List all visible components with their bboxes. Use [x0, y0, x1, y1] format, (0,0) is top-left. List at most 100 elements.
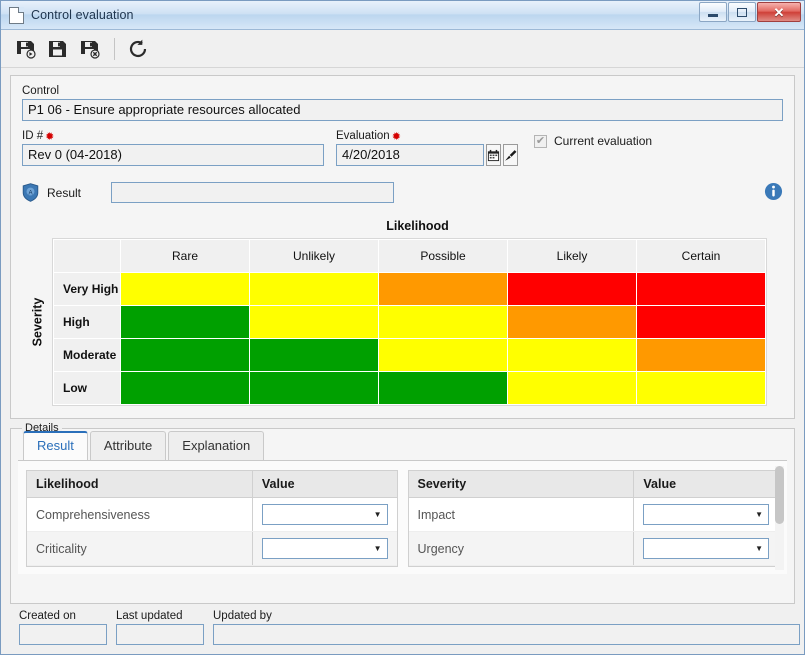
current-evaluation-label: Current evaluation: [554, 134, 653, 148]
likelihood-rows: Comprehensiveness ▼ Criticality ▼: [27, 497, 397, 566]
save-new-icon: [17, 40, 36, 59]
row-label: Criticality: [27, 531, 253, 566]
value-dropdown[interactable]: ▼: [261, 504, 388, 525]
calendar-button[interactable]: [486, 144, 501, 166]
matrix-cell-green[interactable]: [121, 372, 249, 404]
main-content: Control P1 06 - Ensure appropriate resou…: [1, 68, 804, 654]
updated-by-label: Updated by: [213, 610, 272, 622]
matrix-cell-yellow[interactable]: [508, 339, 636, 371]
application-window: Control evaluation ✕ Control P1 06 - Ens…: [0, 0, 805, 655]
row-value-cell: ▼: [633, 497, 778, 532]
info-button[interactable]: [764, 182, 783, 204]
matrix-row-header: High: [54, 306, 120, 338]
matrix-cell-green[interactable]: [121, 339, 249, 371]
result-input[interactable]: [111, 182, 395, 203]
save-icon: [49, 40, 66, 57]
updated-by-field: [213, 624, 800, 645]
matrix-cell-yellow[interactable]: [250, 306, 378, 338]
row-value-cell: ▼: [633, 531, 778, 566]
row-label: Comprehensiveness: [27, 497, 253, 532]
matrix-cell-green[interactable]: [379, 372, 507, 404]
window-controls: ✕: [698, 2, 801, 22]
severity-header-row: Severity Value: [408, 471, 778, 498]
evaluation-label: Evaluation ✹: [336, 130, 518, 142]
matrix-cell-red[interactable]: [637, 306, 765, 338]
likelihood-header-row: Likelihood Value: [27, 471, 397, 498]
matrix-row: Very High: [54, 273, 765, 305]
save-and-close-button[interactable]: [76, 35, 104, 63]
severity-axis-text: Severity: [30, 297, 44, 347]
matrix-cell-yellow[interactable]: [508, 372, 636, 404]
close-button[interactable]: ✕: [757, 2, 801, 22]
matrix-cell-yellow[interactable]: [379, 306, 507, 338]
toolbar-separator: [114, 37, 115, 60]
matrix-cell-yellow[interactable]: [121, 273, 249, 305]
created-on-label: Created on: [19, 610, 76, 622]
table-row: Impact ▼: [408, 497, 778, 532]
matrix-cell-red[interactable]: [508, 273, 636, 305]
matrix-title: Likelihood: [386, 219, 449, 233]
matrix-cell-yellow[interactable]: [250, 273, 378, 305]
matrix-col-header: Possible: [379, 240, 507, 272]
evaluation-date-input[interactable]: 4/20/2018: [336, 144, 484, 166]
current-evaluation-checkbox[interactable]: ✔ Current evaluation: [534, 130, 652, 152]
result-label: Result: [47, 185, 82, 200]
calendar-icon: [487, 149, 500, 161]
risk-matrix-table: Rare Unlikely Possible Likely Certain Very H…: [52, 238, 767, 406]
control-label: Control: [22, 85, 783, 97]
matrix-cell-orange[interactable]: [508, 306, 636, 338]
tab-attribute[interactable]: Attribute: [89, 431, 167, 460]
value-dropdown[interactable]: ▼: [261, 538, 388, 559]
id-input[interactable]: Rev 0 (04-2018): [22, 144, 324, 166]
save-and-new-button[interactable]: [12, 35, 40, 63]
matrix-cell-green[interactable]: [250, 339, 378, 371]
chevron-down-icon: ▼: [373, 543, 382, 553]
updated-by-group: Updated by: [213, 610, 800, 645]
last-updated-group: Last updated: [116, 610, 204, 645]
control-input[interactable]: P1 06 - Ensure appropriate resources all…: [22, 99, 783, 121]
last-updated-label: Last updated: [116, 610, 183, 622]
restore-button[interactable]: [728, 2, 756, 22]
matrix-cell-green[interactable]: [250, 372, 378, 404]
clear-date-button[interactable]: [503, 144, 518, 166]
value-dropdown[interactable]: ▼: [643, 504, 769, 525]
matrix-cell-red[interactable]: [637, 273, 765, 305]
value-dropdown[interactable]: ▼: [643, 538, 769, 559]
tab-explanation[interactable]: Explanation: [168, 431, 265, 460]
severity-axis-label: Severity: [22, 238, 52, 406]
scrollbar-thumb[interactable]: [775, 466, 784, 524]
matrix-cell-green[interactable]: [121, 306, 249, 338]
likelihood-col-header: Likelihood: [27, 471, 253, 498]
details-tab-body: Likelihood Value Comprehensiveness ▼ Criti…: [18, 460, 787, 574]
save-close-icon: [81, 40, 100, 59]
details-scrollbar[interactable]: [775, 466, 784, 570]
save-button[interactable]: [44, 35, 72, 63]
table-row: Criticality ▼: [27, 531, 397, 566]
chevron-down-icon: ▼: [373, 509, 382, 519]
restore-icon: [737, 7, 747, 17]
id-field-group: ID # ✹ Rev 0 (04-2018): [22, 130, 324, 166]
matrix-header-row: Rare Unlikely Possible Likely Certain: [54, 240, 765, 272]
created-on-group: Created on: [19, 610, 107, 645]
brush-icon: [505, 149, 517, 161]
minimize-icon: [708, 13, 718, 17]
matrix-cell-orange[interactable]: [379, 273, 507, 305]
document-icon: [9, 6, 24, 24]
matrix-cell-yellow[interactable]: [637, 372, 765, 404]
required-marker-icon: ✹: [391, 129, 401, 143]
row-value-cell: ▼: [252, 497, 397, 532]
severity-table-wrap: Severity Value Impact ▼ Urgency ▼: [407, 470, 779, 567]
last-updated-field: [116, 624, 204, 645]
shield-icon: A: [22, 183, 39, 202]
chevron-down-icon: ▼: [755, 543, 763, 553]
details-tabstrip: Result Attribute Explanation: [11, 429, 794, 460]
matrix-cell-yellow[interactable]: [379, 339, 507, 371]
matrix-row: High: [54, 306, 765, 338]
matrix-col-header: Rare: [121, 240, 249, 272]
minimize-button[interactable]: [699, 2, 727, 22]
matrix-cell-orange[interactable]: [637, 339, 765, 371]
tab-result[interactable]: Result: [23, 431, 88, 460]
title-bar: Control evaluation ✕: [1, 1, 804, 30]
refresh-button[interactable]: [124, 35, 152, 63]
details-group: Details Result Attribute Explanation Likel…: [10, 422, 795, 604]
